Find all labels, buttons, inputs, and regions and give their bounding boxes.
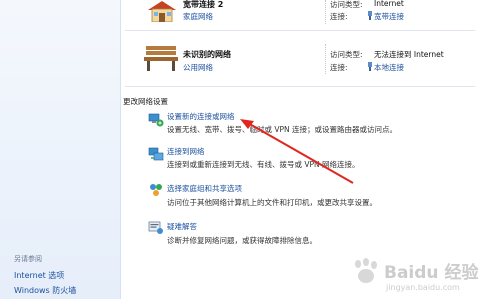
access-type-label: 访问类型: [330,0,363,9]
connection-link[interactable]: 本地连接 [374,62,404,73]
item-description: 访问位于其他网络计算机上的文件和打印机，或更改共享设置。 [167,198,377,207]
troubleshoot-icon [148,221,163,234]
divider [125,30,475,31]
windows-firewall-link[interactable]: Windows 防火墙 [14,285,76,296]
network-category-link[interactable]: 家庭网络 [183,11,213,22]
access-type-value: 无法连接到 Internet [374,50,444,59]
homegroup-sharing-link[interactable]: 选择家庭组和共享选项 [167,183,242,194]
item-description: 连接到或重新连接到无线、有线、拨号或 VPN 网络连接。 [167,160,360,169]
network-name: 宽带连接 2 [183,0,224,9]
network-category-link[interactable]: 公用网络 [183,62,213,73]
connection-icon [368,11,372,20]
connect-to-network-link[interactable]: 连接到网络 [167,146,205,157]
connection-label: 连接: [330,63,348,72]
connect-network-icon [148,147,164,161]
item-description: 诊断并修复网络问题，或获得故障排除信息。 [167,236,317,245]
network-setup-icon [148,113,164,127]
connection-label: 连接: [330,12,348,21]
internet-options-link[interactable]: Internet 选项 [14,270,64,281]
see-also-heading: 另请参阅 [14,255,42,263]
connection-icon [368,62,372,71]
column-divider [325,44,326,74]
item-description: 设置无线、宽带、拨号、临时或 VPN 连接；或设置路由器或访问点。 [167,125,398,134]
main-content: 宽带连接 2 家庭网络 访问类型: Internet 连接: 宽带连接 未识别的… [121,0,480,299]
watermark-url: jingyan.baidu.com [386,283,460,292]
house-icon [148,1,176,22]
connection-link[interactable]: 宽带连接 [374,11,404,22]
access-type-value: Internet [374,0,404,8]
baidu-watermark: Baidu 经验 jingyan.baidu.com [344,256,478,296]
watermark-text: Baidu 经验 [384,263,479,283]
column-divider [325,0,326,24]
homegroup-icon [150,184,162,196]
sidebar: 另请参阅 Internet 选项 Windows 防火墙 [0,0,121,299]
divider [125,86,475,87]
bench-icon [144,46,178,71]
network-name: 未识别的网络 [183,50,231,59]
access-type-label: 访问类型: [330,50,363,59]
change-settings-heading: 更改网络设置 [123,97,168,106]
troubleshoot-link[interactable]: 疑难解答 [167,221,197,232]
setup-new-connection-link[interactable]: 设置新的连接或网络 [167,111,235,122]
